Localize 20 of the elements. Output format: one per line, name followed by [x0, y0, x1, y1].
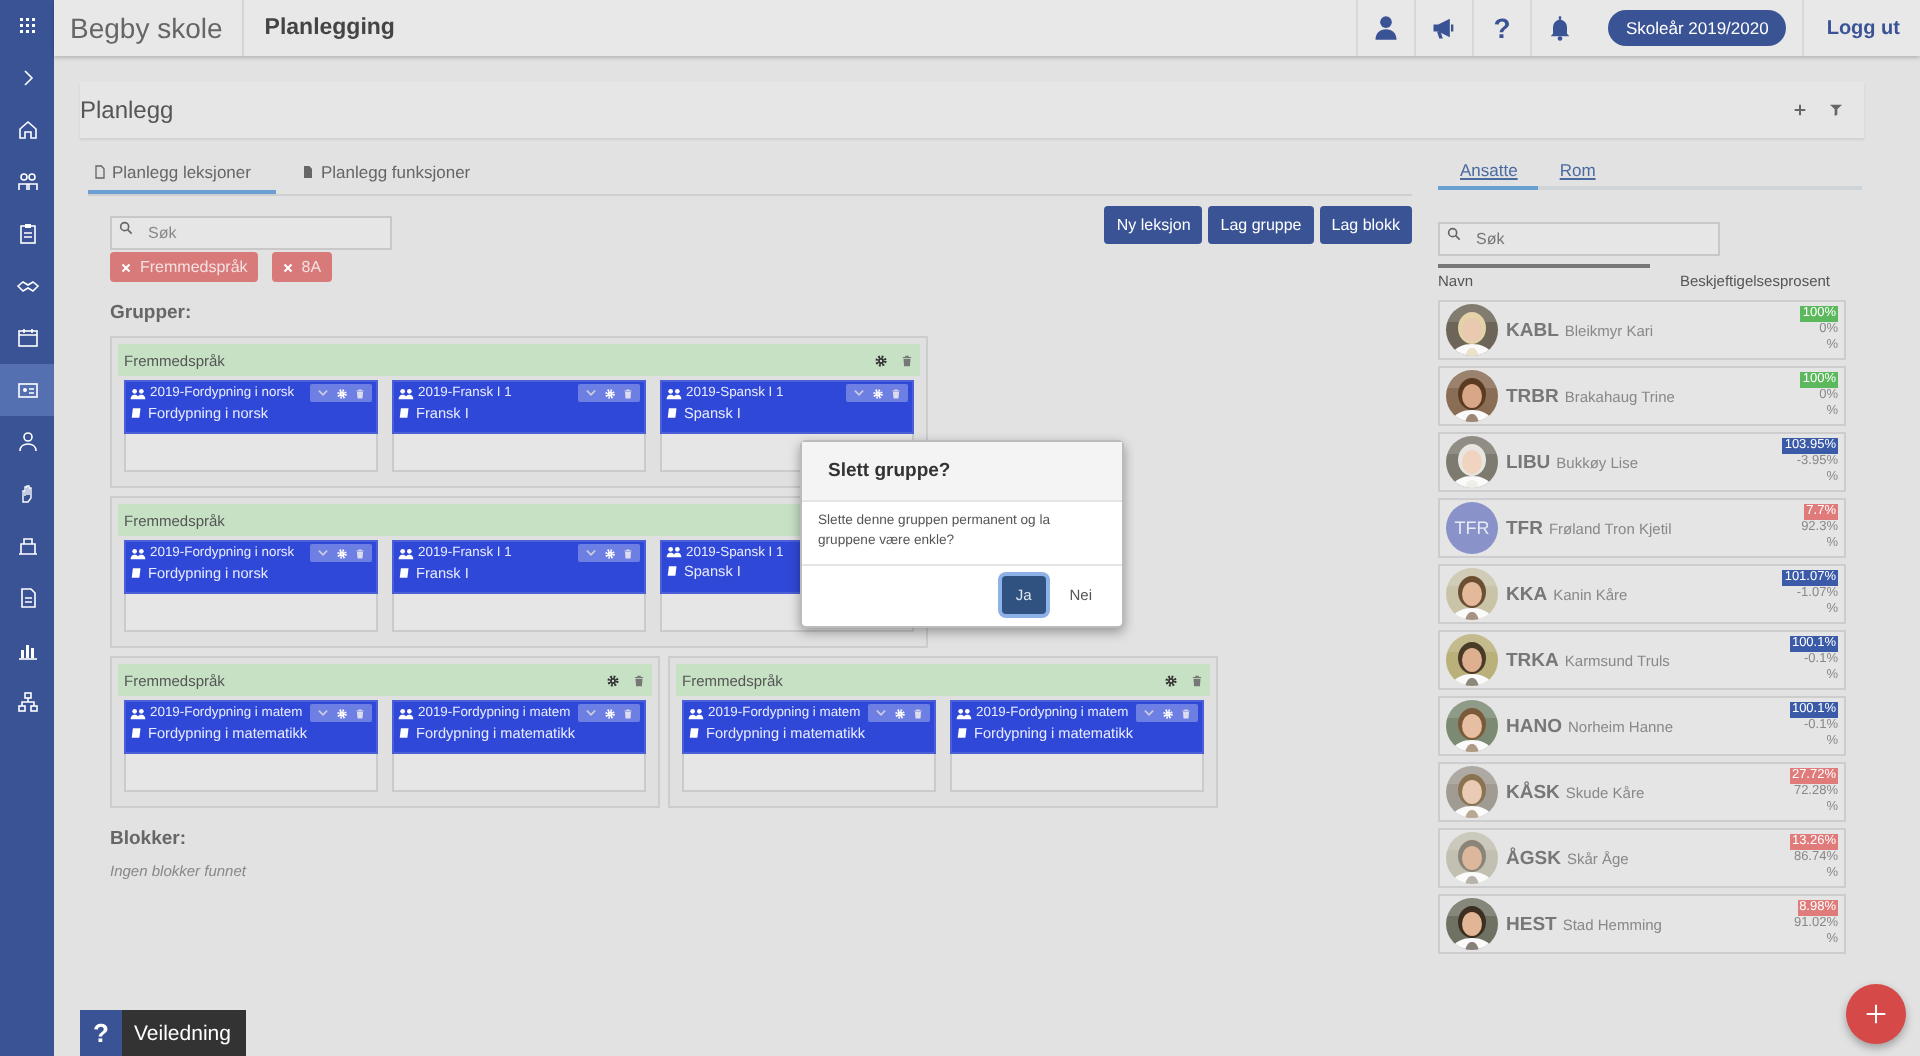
section-label: Grupper:	[110, 302, 194, 324]
tab[interactable]: Planlegg leksjoner	[88, 154, 277, 194]
logout-button[interactable]: Logg ut	[1802, 0, 1920, 56]
search-field[interactable]: Søk	[110, 216, 392, 250]
avatar: TFR	[1446, 502, 1498, 554]
search-field[interactable]: Søk	[1438, 222, 1720, 256]
tab[interactable]: Planlegg funksjoner	[296, 154, 497, 194]
school-name: Begby skole	[54, 0, 245, 56]
tab[interactable]: Rom	[1537, 154, 1616, 190]
school-year-button[interactable]: Skoleår 2019/2020	[1607, 10, 1787, 46]
panel-title: Planlegg	[80, 96, 176, 124]
tab[interactable]: Ansatte	[1438, 154, 1538, 190]
section-label: Blokker:	[110, 828, 189, 850]
action-button[interactable]: Ny leksjon	[1104, 206, 1203, 244]
action-button[interactable]: Lag gruppe	[1208, 206, 1314, 244]
dialog-title: Slett gruppe?	[802, 442, 1122, 502]
help-button[interactable]: ?	[1471, 0, 1530, 56]
module-title: Planlegging	[262, 16, 397, 40]
guide-button[interactable]: ? Veiledning	[80, 1010, 247, 1056]
action-button[interactable]: Lag blokk	[1319, 206, 1412, 244]
